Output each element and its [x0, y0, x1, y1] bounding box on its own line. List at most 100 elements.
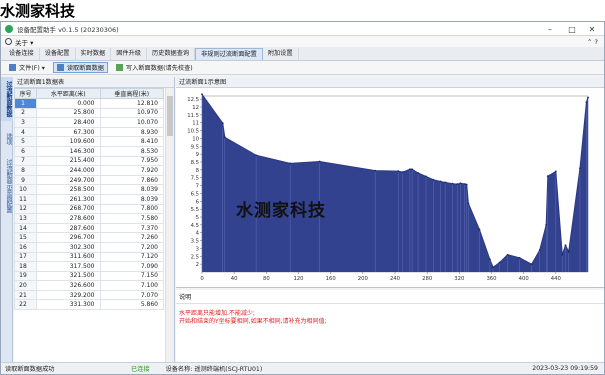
row-index-cell[interactable]: 1	[14, 98, 37, 109]
row-index-cell[interactable]: 3	[14, 117, 37, 128]
row-index-cell[interactable]: 18	[14, 261, 37, 272]
vertical-elevation-cell[interactable]: 7.090	[99, 261, 164, 272]
table-row[interactable]: 13 278.600 7.580	[14, 213, 164, 224]
vertical-elevation-cell[interactable]: 7.260	[99, 232, 164, 243]
scrollbar-thumb[interactable]	[167, 96, 173, 136]
file-menu-button[interactable]: 文件(F) ▾	[5, 62, 49, 73]
table-row[interactable]: 6 146.300 8.530	[14, 145, 164, 157]
vertical-elevation-cell[interactable]: 5.860	[99, 299, 164, 311]
horizontal-distance-cell[interactable]: 296.700	[36, 232, 101, 243]
horizontal-distance-cell[interactable]: 67.300	[36, 126, 101, 138]
horizontal-distance-cell[interactable]: 311.600	[36, 251, 101, 263]
table-row[interactable]: 11 261.300 8.039	[14, 193, 164, 205]
close-button[interactable]: ✕	[582, 22, 602, 36]
row-index-cell[interactable]: 7	[14, 155, 37, 167]
vertical-elevation-cell[interactable]: 7.370	[99, 222, 164, 234]
row-index-cell[interactable]: 16	[14, 241, 37, 253]
row-index-cell[interactable]: 8	[14, 165, 37, 176]
table-row[interactable]: 14 287.600 7.370	[14, 222, 164, 234]
table-row[interactable]: 8 244.000 7.920	[14, 165, 164, 176]
minimize-button[interactable]: –	[540, 22, 560, 36]
vertical-elevation-cell[interactable]: 12.810	[99, 98, 164, 109]
table-row[interactable]: 20 326.600 7.100	[14, 280, 164, 291]
vertical-elevation-cell[interactable]: 8.530	[99, 145, 164, 157]
column-header-horizontal[interactable]: 水平距离(米)	[36, 88, 101, 99]
vertical-elevation-cell[interactable]: 7.100	[99, 280, 164, 291]
table-row[interactable]: 21 329.200 7.070	[14, 289, 164, 301]
write-section-button[interactable]: 写入断面数据(请先校查)	[112, 62, 197, 73]
table-row[interactable]: 15 296.700 7.260	[14, 232, 164, 243]
table-row[interactable]: 10 258.500 8.039	[14, 184, 164, 195]
horizontal-distance-cell[interactable]: 268.700	[36, 203, 101, 215]
vertical-elevation-cell[interactable]: 10.970	[99, 107, 164, 119]
vertical-elevation-cell[interactable]: 7.580	[99, 213, 164, 224]
table-row[interactable]: 7 215.400 7.950	[14, 155, 164, 167]
vertical-elevation-cell[interactable]: 7.150	[99, 270, 164, 282]
vtab-chart-config[interactable]: 过流断面示意图配置	[1, 155, 13, 217]
row-index-cell[interactable]: 10	[14, 184, 37, 195]
vertical-elevation-cell[interactable]: 8.039	[99, 184, 164, 195]
row-index-cell[interactable]: 4	[14, 126, 37, 138]
row-index-cell[interactable]: 2	[14, 107, 37, 119]
row-index-cell[interactable]: 22	[14, 299, 37, 311]
vertical-elevation-cell[interactable]: 7.800	[99, 203, 164, 215]
vertical-elevation-cell[interactable]: 7.120	[99, 251, 164, 263]
vertical-elevation-cell[interactable]: 7.070	[99, 289, 164, 301]
horizontal-distance-cell[interactable]: 249.700	[36, 174, 101, 186]
maximize-button[interactable]: □	[562, 22, 582, 36]
tab-firmware-upgrade[interactable]: 固件升级	[111, 48, 147, 60]
menu-about[interactable]: 关于 ▾	[15, 37, 33, 47]
tab-device-connect[interactable]: 设备连接	[4, 48, 40, 60]
table-row[interactable]: 18 317.500 7.090	[14, 261, 164, 272]
row-index-cell[interactable]: 13	[14, 213, 37, 224]
column-header-index[interactable]: 序号	[14, 88, 37, 99]
row-index-cell[interactable]: 19	[14, 270, 37, 282]
horizontal-distance-cell[interactable]: 287.600	[36, 222, 101, 234]
table-row[interactable]: 12 268.700 7.800	[14, 203, 164, 215]
table-row[interactable]: 4 67.300 8.930	[14, 126, 164, 138]
ribbon-collapse-help[interactable]: ⌃ ?	[587, 38, 598, 46]
horizontal-distance-cell[interactable]: 317.500	[36, 261, 101, 272]
horizontal-distance-cell[interactable]: 331.300	[36, 299, 101, 311]
row-index-cell[interactable]: 11	[14, 193, 37, 205]
vertical-elevation-cell[interactable]: 7.920	[99, 165, 164, 176]
horizontal-distance-cell[interactable]: 261.300	[36, 193, 101, 205]
tab-realtime-data[interactable]: 实时数据	[76, 48, 112, 60]
horizontal-distance-cell[interactable]: 302.300	[36, 241, 101, 253]
row-index-cell[interactable]: 12	[14, 203, 37, 215]
horizontal-distance-cell[interactable]: 109.600	[36, 136, 101, 147]
read-section-button[interactable]: 读取断面数据	[52, 62, 108, 73]
table-row[interactable]: 19 321.500 7.150	[14, 270, 164, 282]
vtab-options[interactable]: 选项	[1, 129, 13, 149]
vtab-section-data[interactable]: 过流断面数据	[1, 77, 13, 121]
row-index-cell[interactable]: 9	[14, 174, 37, 186]
vertical-elevation-cell[interactable]: 10.070	[99, 117, 164, 128]
table-row[interactable]: 17 311.600 7.120	[14, 251, 164, 263]
row-index-cell[interactable]: 14	[14, 222, 37, 234]
table-row[interactable]: 22 331.300 5.860	[14, 299, 164, 311]
tab-history-query[interactable]: 历史数据查询	[147, 48, 196, 60]
vertical-elevation-cell[interactable]: 8.930	[99, 126, 164, 138]
horizontal-distance-cell[interactable]: 215.400	[36, 155, 101, 167]
vertical-elevation-cell[interactable]: 7.200	[99, 241, 164, 253]
vertical-elevation-cell[interactable]: 7.950	[99, 155, 164, 167]
tab-extra-settings[interactable]: 附加设置	[263, 48, 299, 60]
horizontal-distance-cell[interactable]: 278.600	[36, 213, 101, 224]
table-row[interactable]: 5 109.600 8.410	[14, 136, 164, 147]
horizontal-distance-cell[interactable]: 25.800	[36, 107, 101, 119]
table-scrollbar[interactable]	[165, 88, 174, 362]
tab-device-config[interactable]: 设备配置	[40, 48, 76, 60]
horizontal-distance-cell[interactable]: 326.600	[36, 280, 101, 291]
row-index-cell[interactable]: 21	[14, 289, 37, 301]
table-row[interactable]: 3 28.400 10.070	[14, 117, 164, 128]
row-index-cell[interactable]: 20	[14, 280, 37, 291]
vertical-elevation-cell[interactable]: 8.410	[99, 136, 164, 147]
column-header-vertical[interactable]: 垂直高程(米)	[99, 88, 164, 99]
horizontal-distance-cell[interactable]: 244.000	[36, 165, 101, 176]
table-row[interactable]: 9 249.700 7.860	[14, 174, 164, 186]
table-row[interactable]: 16 302.300 7.200	[14, 241, 164, 253]
row-index-cell[interactable]: 6	[14, 145, 37, 157]
tab-section-config[interactable]: 非规则过流断面配置	[195, 48, 263, 60]
horizontal-distance-cell[interactable]: 329.200	[36, 289, 101, 301]
horizontal-distance-cell[interactable]: 258.500	[36, 184, 101, 195]
